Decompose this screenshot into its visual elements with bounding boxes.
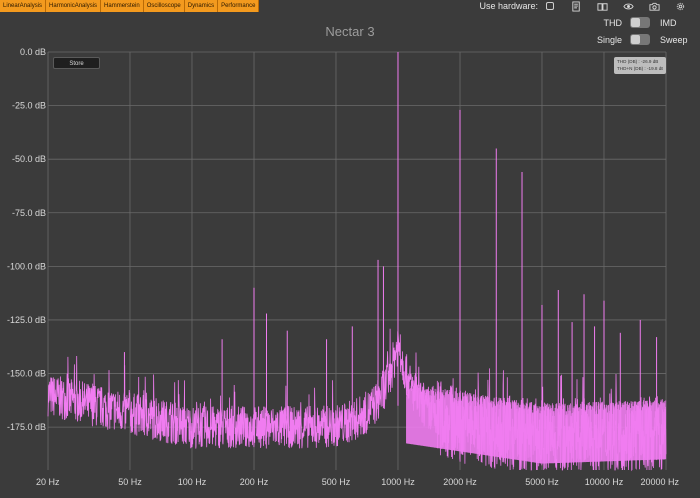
y-tick-label: -150.0 dB	[7, 369, 46, 379]
thdn-value: THD+N (DB) : -19.8 dB	[617, 66, 663, 71]
x-tick-label: 5000 Hz	[525, 477, 559, 487]
y-tick-label: -25.0 dB	[12, 101, 46, 111]
x-tick-label: 1000 Hz	[381, 477, 415, 487]
thd-readout: THD (DB) : -26.9 dB THD+N (DB) : -19.8 d…	[614, 57, 666, 74]
x-tick-label: 10000 Hz	[585, 477, 624, 487]
y-tick-label: -75.0 dB	[12, 208, 46, 218]
noise-band	[406, 384, 667, 464]
y-tick-label: -175.0 dB	[7, 422, 46, 432]
x-tick-label: 200 Hz	[240, 477, 269, 487]
x-tick-label: 50 Hz	[118, 477, 142, 487]
store-button[interactable]: Store	[53, 57, 100, 69]
thd-value: THD (DB) : -26.9 dB	[617, 59, 659, 64]
x-tick-label: 100 Hz	[178, 477, 207, 487]
y-tick-label: -50.0 dB	[12, 154, 46, 164]
spectrum-chart: 0.0 dB -25.0 dB -50.0 dB -75.0 dB -100.0 dB -…	[7, 47, 680, 487]
x-tick-label: 20 Hz	[36, 477, 60, 487]
y-tick-label: -125.0 dB	[7, 315, 46, 325]
y-tick-label: -100.0 dB	[7, 261, 46, 271]
y-tick-label: 0.0 dB	[20, 47, 46, 57]
x-tick-label: 500 Hz	[322, 477, 351, 487]
x-tick-label: 20000 Hz	[640, 477, 679, 487]
x-tick-label: 2000 Hz	[443, 477, 477, 487]
